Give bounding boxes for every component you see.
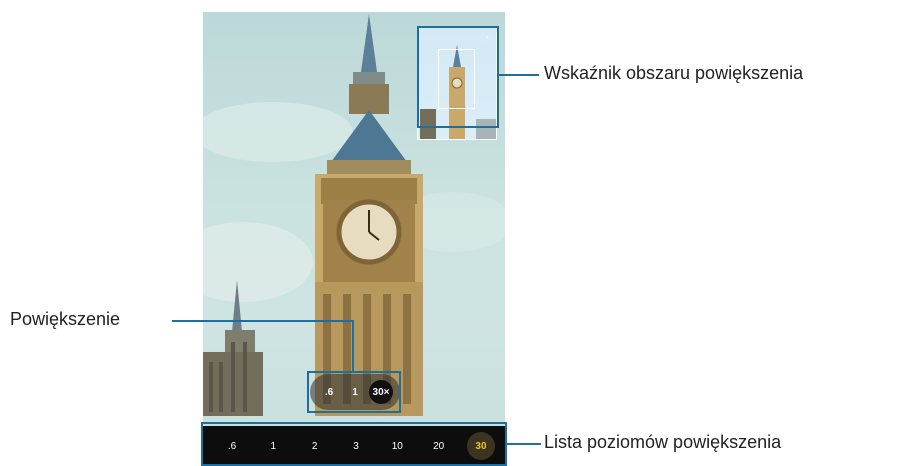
indicator-line — [499, 74, 539, 76]
zoom-label: Powiększenie — [10, 309, 121, 329]
zoom-highlight — [307, 371, 401, 413]
zoom-line-vertical — [352, 320, 354, 372]
list-line — [507, 443, 541, 445]
indicator-label: Wskaźnik obszaru powiększenia — [544, 63, 804, 83]
list-highlight — [201, 422, 507, 466]
zoom-line-horizontal — [172, 320, 354, 322]
indicator-highlight — [417, 26, 499, 128]
list-label: Lista poziomów powiększenia — [544, 432, 782, 452]
